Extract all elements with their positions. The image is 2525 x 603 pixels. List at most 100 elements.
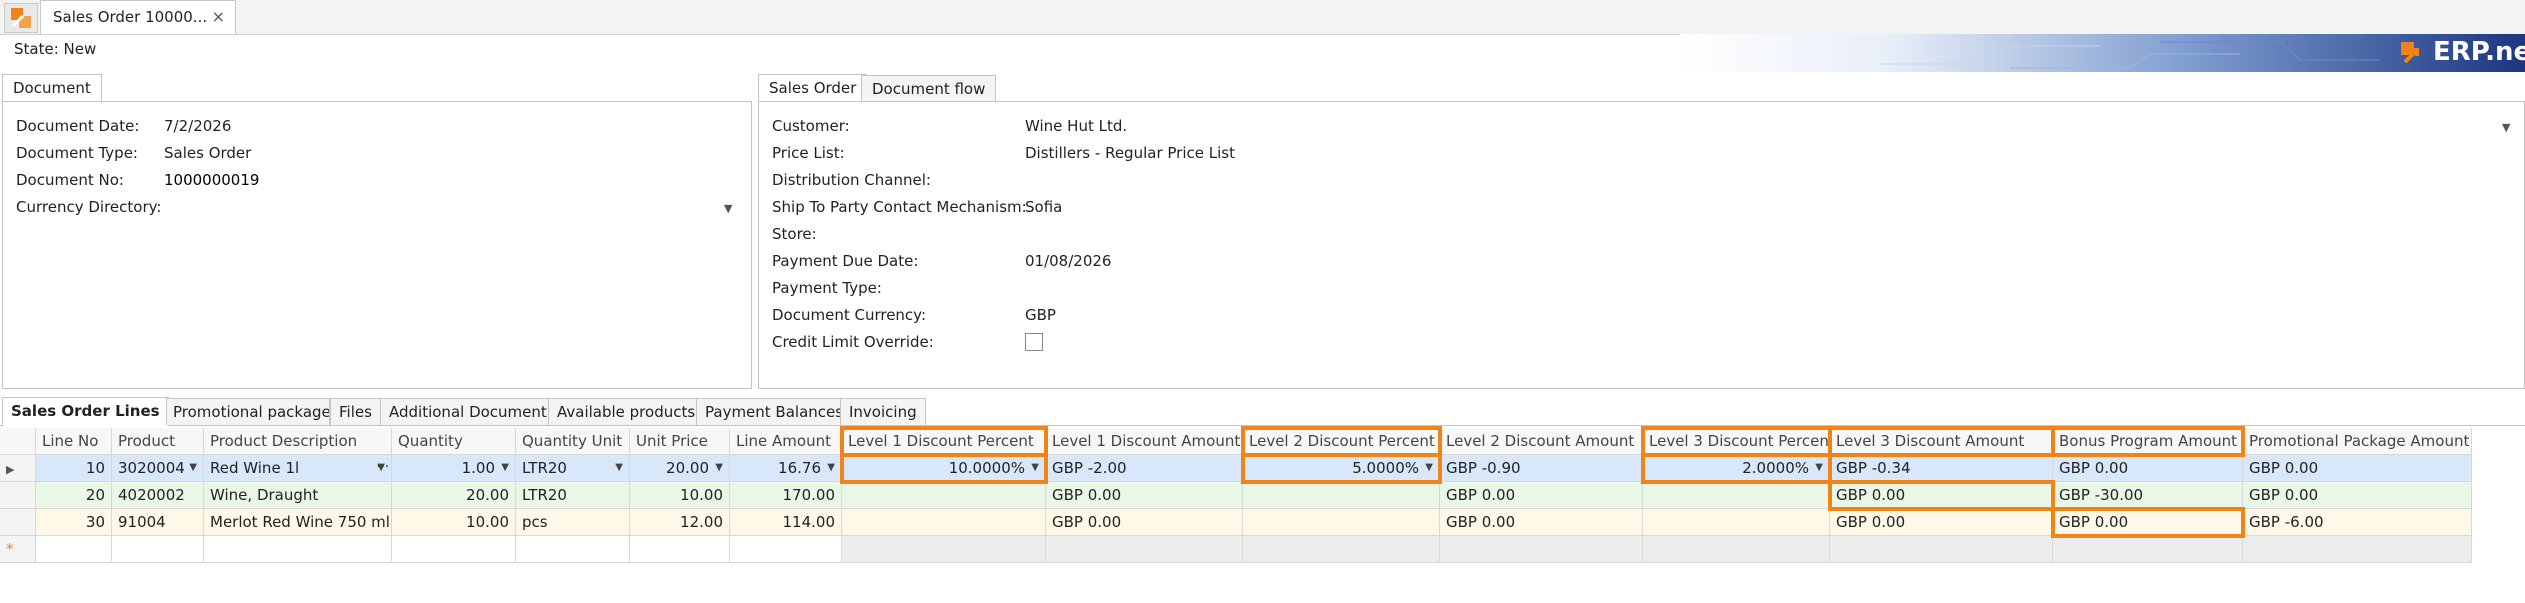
grid-cell[interactable]: GBP 0.00 bbox=[1046, 482, 1243, 509]
close-icon[interactable]: × bbox=[212, 7, 225, 26]
new-row-cell[interactable] bbox=[516, 536, 630, 563]
document-type-value[interactable]: Sales Order bbox=[164, 144, 251, 162]
column-header[interactable]: Quantity bbox=[392, 428, 516, 455]
row-indicator[interactable] bbox=[0, 509, 36, 536]
document-date-value[interactable]: 7/2/2026 bbox=[164, 117, 231, 135]
new-row-cell[interactable] bbox=[2243, 536, 2472, 563]
grid-cell[interactable]: GBP 0.00 bbox=[2243, 455, 2472, 482]
column-header[interactable]: Level 1 Discount Amount bbox=[1046, 428, 1243, 455]
grid-cell[interactable]: GBP -6.00 bbox=[2243, 509, 2472, 536]
column-header[interactable]: Line Amount bbox=[730, 428, 842, 455]
row-indicator[interactable] bbox=[0, 482, 36, 509]
row-indicator[interactable]: ▶ bbox=[0, 455, 36, 482]
ship-to-value[interactable]: Sofia bbox=[1025, 198, 1062, 216]
grid-cell[interactable] bbox=[1643, 482, 1830, 509]
new-row-cell[interactable] bbox=[1243, 536, 1440, 563]
grid-cell[interactable]: Wine, Draught bbox=[204, 482, 392, 509]
tab-payment-balances[interactable]: Payment Balances bbox=[696, 398, 853, 425]
grid-cell[interactable]: 20 bbox=[36, 482, 112, 509]
grid-cell[interactable] bbox=[1243, 509, 1440, 536]
tab-files[interactable]: Files bbox=[330, 398, 381, 425]
grid-cell[interactable]: 4020002 bbox=[112, 482, 204, 509]
cell-dropdown-icon[interactable]: ▼ bbox=[189, 455, 197, 481]
tab-sales-order-lines[interactable]: Sales Order Lines bbox=[2, 397, 169, 426]
grid-cell[interactable]: GBP 0.00 bbox=[1440, 509, 1643, 536]
grid-cell[interactable]: GBP 0.00 bbox=[1046, 509, 1243, 536]
grid-cell[interactable]: 12.00 bbox=[630, 509, 730, 536]
new-row-marker[interactable]: * bbox=[0, 536, 36, 563]
grid-cell[interactable]: GBP 0.00 bbox=[1830, 509, 2053, 536]
grid-cell[interactable]: LTR20 ▼ bbox=[516, 455, 630, 482]
cell-dropdown-icon[interactable]: ▼ bbox=[827, 455, 835, 481]
grid-cell[interactable]: 170.00 bbox=[730, 482, 842, 509]
grid-cell[interactable]: Red Wine 1l ▼ ··· bbox=[204, 455, 392, 482]
new-row-cell[interactable] bbox=[392, 536, 516, 563]
grid-cell[interactable]: pcs bbox=[516, 509, 630, 536]
tab-sales-order[interactable]: Sales Order bbox=[758, 74, 868, 102]
column-header[interactable]: Level 2 Discount Amount bbox=[1440, 428, 1643, 455]
price-list-value[interactable]: Distillers - Regular Price List bbox=[1025, 144, 1235, 162]
grid-cell[interactable]: 3020004 ▼ bbox=[112, 455, 204, 482]
new-row-cell[interactable] bbox=[1643, 536, 1830, 563]
grid-cell[interactable]: 30 bbox=[36, 509, 112, 536]
tab-available-products[interactable]: Available products bbox=[548, 398, 705, 425]
tab-invoicing[interactable]: Invoicing bbox=[840, 398, 926, 425]
grid-cell[interactable] bbox=[842, 482, 1046, 509]
grid-cell[interactable]: GBP 0.00 bbox=[2243, 482, 2472, 509]
grid-cell[interactable]: 20.00 ▼ bbox=[630, 455, 730, 482]
grid-cell[interactable]: GBP -2.00 bbox=[1046, 455, 1243, 482]
cell-dropdown-icon[interactable]: ▼ bbox=[715, 455, 723, 481]
cell-dropdown-icon[interactable]: ▼ bbox=[501, 455, 509, 481]
grid-cell[interactable]: GBP -0.34 bbox=[1830, 455, 2053, 482]
grid-cell[interactable]: LTR20 bbox=[516, 482, 630, 509]
new-row-cell[interactable] bbox=[1440, 536, 1643, 563]
grid-cell[interactable]: 10.00 bbox=[630, 482, 730, 509]
grid-cell[interactable] bbox=[842, 509, 1046, 536]
app-logo-icon[interactable] bbox=[4, 3, 38, 33]
grid-cell[interactable]: 10.00 bbox=[392, 509, 516, 536]
new-row-cell[interactable] bbox=[730, 536, 842, 563]
grid-cell[interactable]: 1.00 ▼ bbox=[392, 455, 516, 482]
ellipsis-button[interactable]: ··· bbox=[377, 455, 389, 481]
document-tab[interactable]: Sales Order 10000... × bbox=[40, 0, 236, 34]
new-row-cell[interactable] bbox=[112, 536, 204, 563]
column-header[interactable]: Promotional Package Amount bbox=[2243, 428, 2472, 455]
payment-due-date-value[interactable]: 01/08/2026 bbox=[1025, 252, 1111, 270]
grid-cell[interactable] bbox=[1243, 482, 1440, 509]
document-type-label: Document Type: bbox=[16, 144, 138, 162]
currency-directory-dropdown-icon[interactable]: ▼ bbox=[724, 202, 732, 215]
grid-cell[interactable] bbox=[1643, 509, 1830, 536]
customer-dropdown-icon[interactable]: ▼ bbox=[2502, 121, 2510, 134]
grid-cell[interactable]: GBP -0.90 bbox=[1440, 455, 1643, 482]
tab-promotional-package[interactable]: Promotional package bbox=[166, 398, 330, 425]
document-currency-value[interactable]: GBP bbox=[1025, 306, 1056, 324]
new-row-cell[interactable] bbox=[204, 536, 392, 563]
new-row-cell[interactable] bbox=[630, 536, 730, 563]
grid-cell[interactable]: 114.00 bbox=[730, 509, 842, 536]
grid-cell[interactable]: GBP -30.00 bbox=[2053, 482, 2243, 509]
cell-dropdown-icon[interactable]: ▼ bbox=[615, 455, 623, 481]
tab-document[interactable]: Document bbox=[2, 74, 102, 102]
new-row-cell[interactable] bbox=[842, 536, 1046, 563]
grid-cell[interactable]: 91004 bbox=[112, 509, 204, 536]
customer-value[interactable]: Wine Hut Ltd. bbox=[1025, 117, 1127, 135]
grid-cell[interactable]: 16.76 ▼ bbox=[730, 455, 842, 482]
new-row-cell[interactable] bbox=[1046, 536, 1243, 563]
new-row-cell[interactable] bbox=[36, 536, 112, 563]
new-row-cell[interactable] bbox=[2053, 536, 2243, 563]
tab-document-flow[interactable]: Document flow bbox=[861, 75, 997, 102]
grid-cell[interactable]: Merlot Red Wine 750 ml bbox=[204, 509, 392, 536]
column-header[interactable]: Unit Price bbox=[630, 428, 730, 455]
grid-cell[interactable]: GBP 0.00 bbox=[2053, 455, 2243, 482]
grid-cell[interactable]: GBP 0.00 bbox=[1440, 482, 1643, 509]
column-header[interactable]: Quantity Unit bbox=[516, 428, 630, 455]
column-header[interactable]: Product bbox=[112, 428, 204, 455]
new-row-cell[interactable] bbox=[1830, 536, 2053, 563]
column-header[interactable]: Product Description bbox=[204, 428, 392, 455]
grid-cell[interactable]: 10 bbox=[36, 455, 112, 482]
credit-limit-override-checkbox[interactable] bbox=[1025, 333, 1043, 351]
grid-cell[interactable]: 20.00 bbox=[392, 482, 516, 509]
column-header[interactable]: Line No bbox=[36, 428, 112, 455]
tab-additional-document[interactable]: Additional Document bbox=[380, 398, 556, 425]
document-no-value[interactable]: 1000000019 bbox=[164, 171, 259, 189]
